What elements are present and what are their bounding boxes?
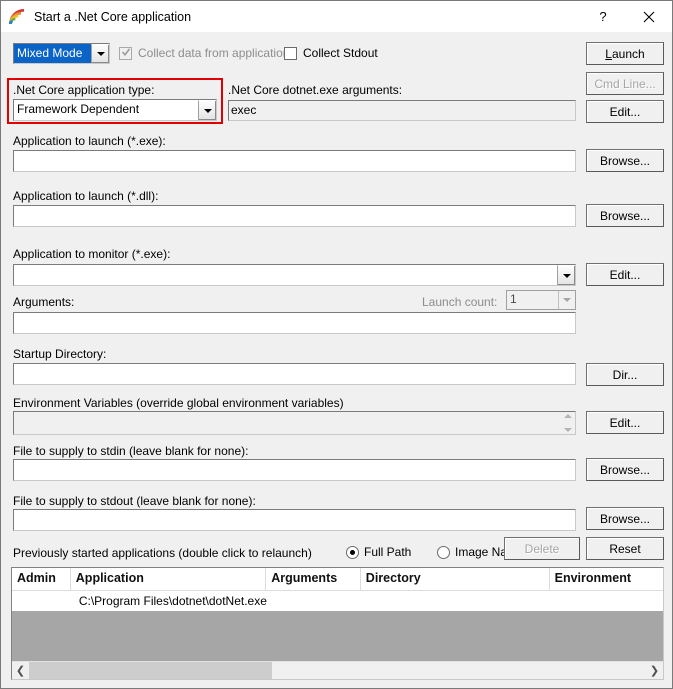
column-header-admin[interactable]: Admin (12, 568, 71, 590)
dotnet-args-label: .Net Core dotnet.exe arguments: (228, 83, 403, 97)
cmd-line-button[interactable]: Cmd Line... (586, 72, 664, 95)
chevron-down-icon[interactable] (557, 265, 575, 285)
monitor-exe-value (14, 265, 557, 285)
help-button[interactable]: ? (580, 1, 626, 32)
scroll-left-icon[interactable]: ❮ (12, 662, 29, 679)
radio-dot-selected (346, 545, 359, 559)
radio-full-path[interactable]: Full Path (346, 545, 411, 559)
edit-monitor-button[interactable]: Edit... (586, 263, 664, 286)
column-header-environment[interactable]: Environment (550, 568, 663, 590)
launch-count-label: Launch count: (422, 295, 498, 309)
history-list-view[interactable]: Admin Application Arguments Directory En… (11, 567, 664, 680)
fan-chart-icon (8, 8, 25, 25)
monitor-exe-label: Application to monitor (*.exe): (13, 247, 171, 261)
stdin-label: File to supply to stdin (leave blank for… (13, 444, 249, 458)
horizontal-scrollbar[interactable]: ❮ ❯ (12, 661, 663, 679)
chevron-down-icon (563, 428, 572, 432)
scrollbar-thumb[interactable] (29, 662, 272, 679)
arguments-label: Arguments: (13, 295, 75, 309)
launch-count-value: 1 (510, 292, 517, 306)
browse-exe-button[interactable]: Browse... (586, 149, 664, 172)
launch-accelerator: L (605, 46, 612, 61)
browse-stdout-button[interactable]: Browse... (586, 507, 664, 530)
cell-application: C:\Program Files\dotnet\dotNet.exe (78, 594, 267, 608)
chevron-down-icon[interactable] (198, 100, 216, 120)
app-type-combo[interactable]: Framework Dependent (13, 99, 217, 121)
checkbox-box-checked (119, 46, 132, 60)
launch-dll-input[interactable] (13, 205, 576, 227)
dir-button[interactable]: Dir... (586, 363, 664, 386)
title-bar-buttons: ? (580, 1, 672, 32)
browse-stdin-button[interactable]: Browse... (586, 458, 664, 481)
edit-env-button[interactable]: Edit... (586, 411, 664, 434)
monitor-exe-combo[interactable] (13, 264, 576, 286)
launch-button[interactable]: Launch (586, 42, 664, 65)
cell-admin (12, 591, 74, 611)
launch-exe-input[interactable] (13, 150, 576, 172)
env-vars-scroll-arrows[interactable] (560, 412, 575, 434)
env-vars-input[interactable] (13, 411, 576, 435)
column-header-application[interactable]: Application (71, 568, 267, 590)
close-icon[interactable] (626, 1, 672, 32)
history-label: Previously started applications (double … (13, 546, 312, 560)
chevron-up-icon (563, 414, 572, 418)
startup-dir-label: Startup Directory: (13, 347, 107, 361)
launch-count-stepper[interactable]: 1 (506, 290, 576, 310)
chevron-down-icon[interactable] (558, 291, 575, 309)
dialog-window: Start a .Net Core application ? Mixed Mo… (0, 0, 673, 689)
env-vars-value (14, 412, 560, 434)
chevron-down-icon[interactable] (91, 44, 109, 63)
browse-dll-button[interactable]: Browse... (586, 204, 664, 227)
column-header-arguments[interactable]: Arguments (266, 568, 361, 590)
cell-directory (380, 591, 579, 611)
app-type-label: .Net Core application type: (13, 83, 155, 97)
cell-arguments (280, 591, 380, 611)
env-vars-label: Environment Variables (override global e… (13, 396, 344, 410)
list-header-row: Admin Application Arguments Directory En… (12, 568, 663, 591)
edit-dotnet-args-button[interactable]: Edit... (586, 100, 664, 123)
title-bar: Start a .Net Core application ? (1, 1, 672, 32)
launch-exe-label: Application to launch (*.exe): (13, 134, 166, 148)
stdout-label: File to supply to stdout (leave blank fo… (13, 494, 256, 508)
scroll-right-icon[interactable]: ❯ (646, 662, 663, 679)
arguments-input[interactable] (13, 312, 576, 334)
collection-mode-value: Mixed Mode (14, 44, 91, 63)
cell-environment (579, 591, 663, 611)
collect-data-label: Collect data from application (138, 46, 290, 60)
list-empty-area (12, 611, 663, 663)
window-title: Start a .Net Core application (34, 9, 192, 24)
reset-button[interactable]: Reset (586, 537, 664, 560)
collect-stdout-label: Collect Stdout (303, 46, 378, 60)
column-header-directory[interactable]: Directory (361, 568, 550, 590)
radio-full-path-label: Full Path (364, 545, 412, 559)
checkbox-box-unchecked (284, 46, 297, 60)
stdin-input[interactable] (13, 459, 576, 481)
collect-stdout-checkbox[interactable]: Collect Stdout (284, 46, 378, 60)
startup-dir-input[interactable] (13, 363, 576, 385)
scrollbar-track[interactable] (29, 662, 646, 679)
launch-dll-label: Application to launch (*.dll): (13, 189, 159, 203)
collect-data-checkbox[interactable]: Collect data from application (119, 46, 289, 60)
delete-button[interactable]: Delete (504, 537, 580, 560)
table-row[interactable]: C:\Program Files\dotnet\dotNet.exe (12, 591, 663, 611)
app-type-value: Framework Dependent (17, 102, 140, 116)
collection-mode-combo[interactable]: Mixed Mode (13, 43, 110, 64)
radio-dot-unselected (437, 545, 450, 559)
launch-label-rest: aunch (611, 46, 645, 61)
stdout-input[interactable] (13, 509, 576, 531)
dotnet-args-input[interactable]: exec (228, 100, 576, 121)
